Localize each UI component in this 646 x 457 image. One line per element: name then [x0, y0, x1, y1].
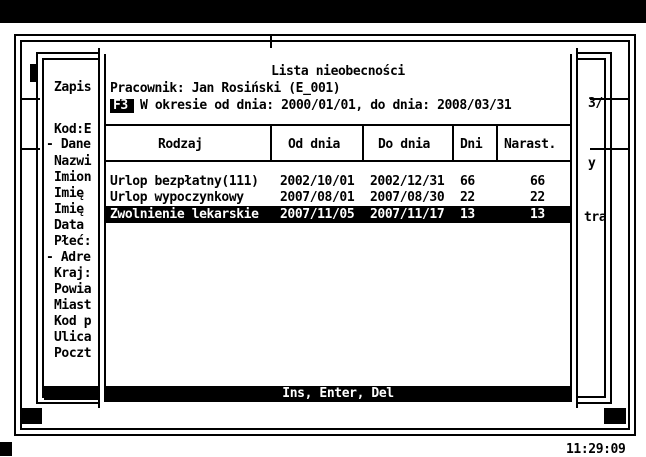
form-field-imiona[interactable]: Imion [54, 170, 92, 185]
dialog-title: Lista nieobecności [271, 64, 405, 79]
column-header-do-dnia[interactable]: Do dnia [378, 137, 430, 152]
bottom-left-block [22, 408, 42, 424]
col-divider-1 [270, 126, 272, 160]
top-title-bar [0, 0, 646, 23]
table-header-rule [106, 160, 570, 162]
column-header-rodzaj[interactable]: Rodzaj [158, 137, 203, 152]
clock: 11:29:09 [566, 442, 626, 457]
cell-od-dnia: 2007/11/05 [280, 207, 355, 222]
table-row[interactable]: Urlop wypoczynkowy 2007/08/01 2007/08/30… [106, 190, 570, 205]
corner-block [0, 442, 12, 456]
employee-label: Pracownik: Jan Rosiński (E_001) [110, 81, 341, 96]
form-field-nazwisko[interactable]: Nazwi [54, 154, 92, 169]
form-panel-left-inner [42, 58, 44, 398]
outer-frame-top-inner [20, 40, 630, 42]
column-header-od-dnia[interactable]: Od dnia [288, 137, 340, 152]
form-separator-left2 [22, 148, 40, 150]
col-divider-3 [452, 126, 454, 160]
status-keys-hint: Ins, Enter, Del [282, 386, 394, 401]
cell-narast: 22 [530, 190, 545, 205]
f3-key-label: F3 [113, 98, 128, 113]
form-field-powiat[interactable]: Powia [54, 282, 92, 297]
form-field-poczta[interactable]: Poczt [54, 346, 92, 361]
absence-dialog: Lista nieobecności Pracownik: Jan Rosińs… [98, 48, 578, 408]
dialog-left-border [98, 48, 100, 408]
cell-do-dnia: 2007/08/30 [370, 190, 445, 205]
form-field-adres: - Adre [46, 250, 91, 265]
bottom-right-block [604, 408, 626, 424]
form-field-kraj[interactable]: Kraj: [54, 266, 92, 281]
table-top-rule [106, 124, 570, 126]
cell-dni: 13 [460, 207, 475, 222]
form-separator-right2 [590, 148, 630, 150]
form-field-imie-2[interactable]: Imię [54, 202, 84, 217]
form-title: Zapis [54, 80, 92, 95]
cell-rodzaj: Zwolnienie lekarskie [110, 207, 259, 222]
dialog-left-border-inner [104, 54, 106, 402]
dialog-right-border-inner [570, 54, 572, 402]
form-field-plec[interactable]: Płeć: [54, 234, 92, 249]
form-kod-label: Kod:E [54, 122, 92, 137]
form-field-imie-1[interactable]: Imię [54, 186, 84, 201]
cell-od-dnia: 2007/08/01 [280, 190, 355, 205]
form-field-ulica[interactable]: Ulica [54, 330, 92, 345]
form-right-y: y [588, 156, 596, 171]
cell-do-dnia: 2002/12/31 [370, 174, 445, 189]
dialog-right-border [576, 48, 578, 408]
col-divider-4 [496, 126, 498, 160]
form-title-highlight [44, 386, 98, 400]
form-right-fragment: 3/ [588, 96, 603, 111]
column-header-narast[interactable]: Narast. [504, 137, 556, 152]
cell-narast: 13 [530, 207, 545, 222]
cell-narast: 66 [530, 174, 545, 189]
form-field-miasto[interactable]: Miast [54, 298, 92, 313]
outer-frame-right [634, 34, 636, 436]
dialog-status-bar: Ins, Enter, Del [106, 386, 570, 402]
outer-frame-bottom [14, 434, 636, 436]
column-header-dni[interactable]: Dni [460, 137, 483, 152]
form-field-kod-pocztowy[interactable]: Kod p [54, 314, 92, 329]
period-label[interactable]: W okresie od dnia: 2000/01/01, do dnia: … [140, 98, 512, 113]
form-right-tra: tra [584, 210, 607, 225]
form-panel-left [36, 52, 38, 404]
cell-dni: 22 [460, 190, 475, 205]
outer-frame-left [14, 34, 16, 436]
form-panel-right [610, 52, 612, 404]
form-field-dane: - Dane [46, 137, 91, 152]
cell-rodzaj: Urlop wypoczynkowy [110, 190, 244, 205]
top-tick [270, 36, 272, 48]
cell-od-dnia: 2002/10/01 [280, 174, 355, 189]
cell-dni: 66 [460, 174, 475, 189]
table-row-selected[interactable]: Zwolnienie lekarskie 2007/11/05 2007/11/… [106, 206, 570, 223]
outer-frame-bottom-inner [20, 428, 630, 430]
form-field-data[interactable]: Data [54, 218, 84, 233]
form-panel-right-inner [604, 58, 606, 398]
cell-rodzaj: Urlop bezpłatny(111) [110, 174, 259, 189]
table-row[interactable]: Urlop bezpłatny(111) 2002/10/01 2002/12/… [106, 174, 570, 189]
cell-do-dnia: 2007/11/17 [370, 207, 445, 222]
outer-frame-top [14, 34, 636, 36]
col-divider-2 [362, 126, 364, 160]
form-separator-left [22, 98, 40, 100]
